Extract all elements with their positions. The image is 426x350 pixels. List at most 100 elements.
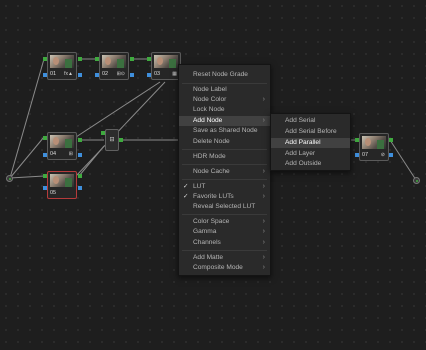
menu-item-gamma[interactable]: Gamma › [179, 227, 270, 237]
node-thumbnail [362, 136, 386, 149]
node-label: 01 [50, 71, 57, 77]
menu-item-favorite-luts[interactable]: ✓ Favorite LUTs › [179, 192, 270, 202]
menu-item-add-outside[interactable]: Add Outside [271, 159, 350, 169]
parallel-mixer-node[interactable]: ⊟ [105, 129, 119, 151]
menu-item-node-color[interactable]: Node Color › [179, 95, 270, 105]
submenu-arrow-icon: › [262, 239, 265, 246]
node-thumbnail [50, 55, 74, 68]
node-status-icons: ⊘ [380, 152, 385, 158]
node-07-alpha-output-port[interactable] [389, 153, 393, 157]
menu-item-add-node[interactable]: Add Node › [179, 116, 270, 126]
submenu-arrow-icon: › [262, 96, 265, 103]
wire-input-to-01 [9, 58, 45, 179]
menu-item-color-space[interactable]: Color Space › [179, 217, 270, 227]
node-02-input-port[interactable] [95, 57, 99, 61]
node-04-alpha-input-port[interactable] [43, 153, 47, 157]
menu-item-add-matte[interactable]: Add Matte › [179, 253, 270, 263]
node-label: 04 [50, 151, 57, 157]
menu-separator [182, 179, 267, 180]
menu-item-node-label[interactable]: Node Label [179, 85, 270, 95]
menu-separator [182, 250, 267, 251]
node-thumbnail [50, 135, 74, 148]
node-02-output-port[interactable] [130, 57, 134, 61]
submenu-arrow-icon: › [262, 254, 265, 261]
node-05-alpha-output-port[interactable] [78, 186, 82, 190]
node-07[interactable]: 07 ⊘ [359, 133, 389, 161]
add-node-submenu: Add Serial Add Serial Before Add Paralle… [270, 113, 351, 171]
checkmark-icon: ✓ [183, 193, 189, 200]
node-07-output-port[interactable] [389, 138, 393, 142]
node-05[interactable]: 05 [47, 171, 77, 199]
menu-item-lut[interactable]: ✓ LUT › [179, 182, 270, 192]
source-input-port[interactable] [6, 175, 13, 182]
submenu-arrow-icon: › [262, 168, 265, 175]
node-label: 07 [362, 152, 369, 158]
node-04-alpha-output-port[interactable] [78, 153, 82, 157]
node-status-icons: ⊞⊙ [116, 71, 125, 77]
node-01-output-port[interactable] [78, 57, 82, 61]
node-status-icons: ▦ [172, 71, 177, 77]
submenu-arrow-icon: › [262, 228, 265, 235]
submenu-arrow-icon: › [262, 193, 265, 200]
node-04-input-port[interactable] [43, 136, 47, 140]
node-02[interactable]: 02 ⊞⊙ [99, 52, 129, 80]
node-01-alpha-output-port[interactable] [78, 73, 82, 77]
menu-item-reveal-selected-lut[interactable]: Reveal Selected LUT [179, 202, 270, 212]
node-04-output-port[interactable] [78, 138, 82, 142]
menu-separator [182, 83, 267, 84]
mixer-input-port[interactable] [101, 131, 105, 135]
node-03-alpha-input-port[interactable] [147, 73, 151, 77]
menu-item-reset-node-grade[interactable]: Reset Node Grade [179, 70, 270, 80]
node-05-output-port[interactable] [78, 174, 82, 178]
menu-item-lock-node[interactable]: Lock Node [179, 105, 270, 115]
menu-item-add-serial[interactable]: Add Serial [271, 116, 350, 126]
node-status-icons: ⊞ [68, 151, 73, 157]
menu-separator [182, 214, 267, 215]
output-port[interactable] [413, 177, 420, 184]
node-03[interactable]: 03 ▦ [151, 52, 181, 80]
submenu-arrow-icon: › [262, 218, 265, 225]
node-context-menu: Reset Node Grade Node Label Node Color ›… [178, 64, 271, 276]
submenu-arrow-icon: › [262, 264, 265, 271]
submenu-arrow-icon: › [262, 117, 265, 124]
menu-item-delete-node[interactable]: Delete Node [179, 137, 270, 147]
menu-item-hdr-mode[interactable]: HDR Mode [179, 152, 270, 162]
node-graph-canvas[interactable]: 01 fx▲ 02 ⊞⊙ 03 ▦ 04 ⊞ 05 ⊟ 07 ⊘ Reset N… [0, 0, 426, 350]
wire-07-to-output [389, 139, 417, 181]
mixer-output-port[interactable] [119, 138, 123, 142]
node-07-alpha-input-port[interactable] [355, 153, 359, 157]
menu-item-node-cache[interactable]: Node Cache › [179, 167, 270, 177]
node-02-alpha-input-port[interactable] [95, 73, 99, 77]
wire-input-to-05 [9, 175, 45, 179]
mixer-icon: ⊟ [109, 137, 115, 143]
wire-05-to-mixer [78, 145, 105, 177]
node-status-icons: fx▲ [64, 71, 73, 77]
node-label: 02 [102, 71, 109, 77]
menu-item-add-parallel[interactable]: Add Parallel [271, 138, 350, 148]
menu-separator [182, 149, 267, 150]
menu-item-add-layer[interactable]: Add Layer [271, 149, 350, 159]
node-07-input-port[interactable] [355, 138, 359, 142]
node-thumbnail [50, 174, 74, 187]
menu-item-composite-mode[interactable]: Composite Mode › [179, 263, 270, 273]
node-01-alpha-input-port[interactable] [43, 73, 47, 77]
node-05-alpha-input-port[interactable] [43, 186, 47, 190]
node-thumbnail [154, 55, 178, 68]
menu-item-save-as-shared-node[interactable]: Save as Shared Node [179, 126, 270, 136]
submenu-arrow-icon: › [262, 183, 265, 190]
node-thumbnail [102, 55, 126, 68]
node-01[interactable]: 01 fx▲ [47, 52, 77, 80]
node-01-input-port[interactable] [43, 57, 47, 61]
menu-item-channels[interactable]: Channels › [179, 238, 270, 248]
menu-item-add-serial-before[interactable]: Add Serial Before [271, 127, 350, 137]
node-label: 05 [50, 190, 57, 196]
node-05-input-port[interactable] [43, 174, 47, 178]
wire-03-to-05 [75, 81, 166, 177]
node-04[interactable]: 04 ⊞ [47, 132, 77, 160]
wire-input-to-04 [9, 136, 45, 179]
node-03-input-port[interactable] [147, 57, 151, 61]
checkmark-icon: ✓ [183, 183, 189, 190]
menu-separator [182, 164, 267, 165]
node-label: 03 [154, 71, 161, 77]
node-02-alpha-output-port[interactable] [130, 73, 134, 77]
